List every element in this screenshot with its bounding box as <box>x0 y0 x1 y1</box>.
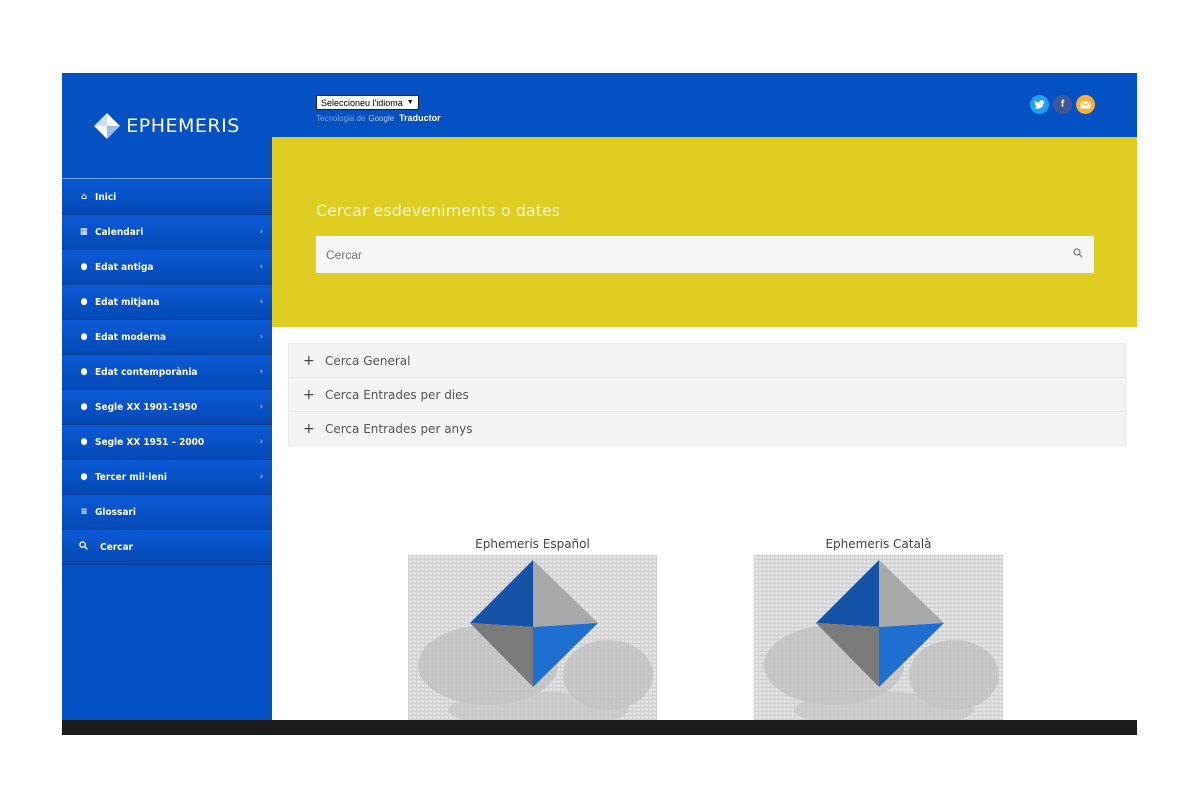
page-frame: EPHEMERIS ⌂ Inici ▦ Calendari › ● Edat a… <box>62 73 1137 735</box>
powered-by-prefix: Tecnologia de <box>316 113 366 123</box>
social-links: f <box>1030 95 1095 114</box>
search-input[interactable] <box>316 236 1076 273</box>
sidebar-item-edat-moderna[interactable]: ● Edat moderna › <box>62 320 272 355</box>
globe-icon: ● <box>80 297 88 307</box>
ephemeris-logo-icon <box>94 112 121 139</box>
accordion-item-label: Cerca Entrades per anys <box>325 421 473 436</box>
globe-icon: ● <box>80 262 88 272</box>
plus-icon: + <box>303 420 315 437</box>
sidebar-item-label: Glossari <box>95 506 136 518</box>
accordion-item-label: Cerca Entrades per dies <box>325 387 469 402</box>
sidebar-item-segle-xx-1951-2000[interactable]: ● Segle XX 1951 – 2000 › <box>62 425 272 460</box>
sidebar-menu: ⌂ Inici ▦ Calendari › ● Edat antiga › ● … <box>62 180 272 565</box>
card-image[interactable] <box>408 555 657 725</box>
sidebar-item-edat-antiga[interactable]: ● Edat antiga › <box>62 250 272 285</box>
chevron-right-icon: › <box>259 472 263 482</box>
plus-icon: + <box>303 386 315 403</box>
card-title[interactable]: Ephemeris Català <box>754 537 1003 551</box>
chevron-right-icon: › <box>259 262 263 272</box>
chevron-right-icon: › <box>259 227 263 237</box>
dropdown-arrow-icon: ▼ <box>406 99 414 106</box>
facebook-icon[interactable]: f <box>1053 95 1072 114</box>
sidebar-item-inici[interactable]: ⌂ Inici <box>62 180 272 215</box>
sidebar-item-edat-contemporania[interactable]: ● Edat contemporània › <box>62 355 272 390</box>
list-icon: ≡ <box>80 507 88 517</box>
search-icon <box>78 541 88 553</box>
home-icon: ⌂ <box>81 192 87 202</box>
chevron-right-icon: › <box>259 297 263 307</box>
chevron-right-icon: › <box>259 402 263 412</box>
globe-icon: ● <box>80 332 88 342</box>
card-ephemeris-espanol[interactable]: Ephemeris Español <box>408 537 657 725</box>
search-accordion: + Cerca General + Cerca Entrades per die… <box>288 343 1126 446</box>
sidebar-item-label: Cercar <box>100 541 133 553</box>
logo-text: EPHEMERIS <box>126 114 240 137</box>
sidebar: EPHEMERIS ⌂ Inici ▦ Calendari › ● Edat a… <box>62 73 272 720</box>
twitter-icon[interactable] <box>1030 95 1049 114</box>
globe-icon: ● <box>80 402 88 412</box>
chevron-right-icon: › <box>259 332 263 342</box>
calendar-icon: ▦ <box>80 227 88 237</box>
sidebar-item-label: Edat contemporània <box>95 366 198 378</box>
translator-link[interactable]: Traductor <box>399 113 441 123</box>
ephemeris-diamond-logo-icon <box>764 560 999 725</box>
sidebar-item-label: Calendari <box>95 226 144 238</box>
email-icon[interactable] <box>1076 95 1095 114</box>
accordion-item-cerca-dies[interactable]: + Cerca Entrades per dies <box>289 378 1125 412</box>
globe-icon: ● <box>80 472 88 482</box>
footer-bar <box>62 720 1137 735</box>
plus-icon: + <box>303 352 315 369</box>
powered-by-google: Tecnologia de Google Traductor <box>316 113 441 123</box>
language-select[interactable]: Seleccioneu l'idioma ▼ <box>316 95 419 110</box>
accordion-item-cerca-general[interactable]: + Cerca General <box>289 344 1125 378</box>
language-select-value: Seleccioneu l'idioma <box>321 97 403 108</box>
top-header: Seleccioneu l'idioma ▼ Tecnologia de Goo… <box>272 73 1137 137</box>
sidebar-item-glossari[interactable]: ≡ Glossari <box>62 495 272 530</box>
sidebar-item-edat-mitjana[interactable]: ● Edat mitjana › <box>62 285 272 320</box>
chevron-right-icon: › <box>259 437 263 447</box>
globe-icon: ● <box>80 437 88 447</box>
sidebar-item-label: Inici <box>95 191 117 203</box>
sidebar-item-label: Segle XX 1901-1950 <box>95 401 198 413</box>
google-logo: Google <box>368 113 395 123</box>
search-box <box>316 236 1094 273</box>
card-ephemeris-catala[interactable]: Ephemeris Català <box>754 537 1003 725</box>
chevron-right-icon: › <box>259 367 263 377</box>
ephemeris-diamond-logo-icon <box>418 560 653 725</box>
sidebar-item-segle-xx-1901-1950[interactable]: ● Segle XX 1901-1950 › <box>62 390 272 425</box>
hero-title: Cercar esdeveniments o dates <box>316 201 561 220</box>
accordion-item-label: Cerca General <box>325 353 411 368</box>
sidebar-item-cercar[interactable]: Cercar <box>62 530 272 565</box>
sidebar-item-label: Edat mitjana <box>95 296 160 308</box>
globe-icon: ● <box>80 367 88 377</box>
sidebar-item-label: Edat antiga <box>95 261 154 273</box>
sidebar-item-calendari[interactable]: ▦ Calendari › <box>62 215 272 250</box>
accordion-item-cerca-anys[interactable]: + Cerca Entrades per anys <box>289 412 1125 445</box>
site-logo[interactable]: EPHEMERIS <box>62 73 272 179</box>
sidebar-item-label: Segle XX 1951 – 2000 <box>95 436 205 448</box>
card-title[interactable]: Ephemeris Español <box>408 537 657 551</box>
card-image[interactable] <box>754 555 1003 725</box>
sidebar-item-tercer-millen[interactable]: ● Tercer mil·leni › <box>62 460 272 495</box>
sidebar-item-label: Tercer mil·leni <box>95 471 167 483</box>
sidebar-item-label: Edat moderna <box>95 331 167 343</box>
search-icon[interactable] <box>1072 247 1084 259</box>
search-hero: Cercar esdeveniments o dates <box>272 137 1137 327</box>
